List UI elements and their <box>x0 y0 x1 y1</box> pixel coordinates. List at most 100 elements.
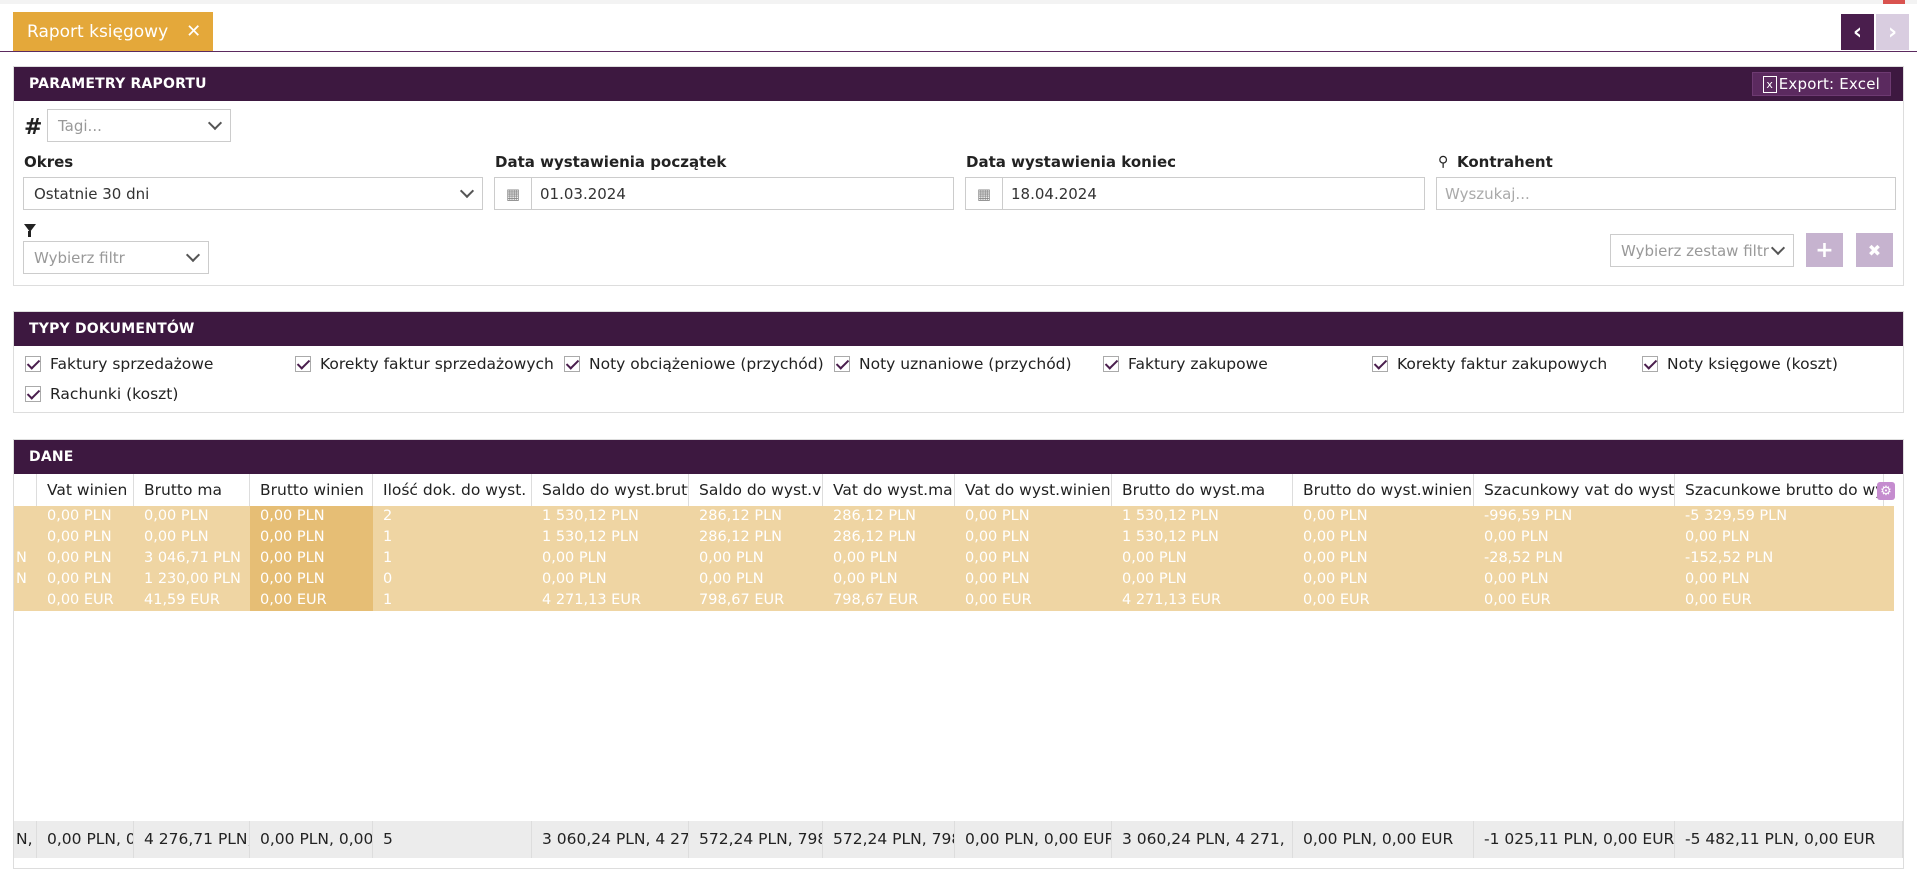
column-header[interactable]: Brutto winien <box>250 474 373 506</box>
table-cell: 41,59 EUR <box>144 592 220 608</box>
table-cell: 0,00 EUR <box>1303 592 1370 608</box>
table-row[interactable]: N 0,00 PLN 1 230,00 PLN 0,00 PLN 0 0,00 PLN 0,… <box>14 569 1894 590</box>
table-cell: 798,67 EUR <box>833 592 919 608</box>
okres-value: Ostatnie 30 dni <box>34 184 150 203</box>
table-cell: 0,00 PLN <box>699 571 764 587</box>
table-cell: 0,00 PLN <box>833 550 898 566</box>
table-cell: 0,00 PLN <box>965 529 1030 545</box>
table-cell: 798,67 EUR <box>699 592 785 608</box>
check-icon[interactable] <box>25 356 41 372</box>
search-icon: ⚲ <box>1438 154 1449 170</box>
column-header[interactable]: Ilość dok. do wyst. <box>373 474 532 506</box>
checkbox-noty-obciazeniowe[interactable]: Noty obciążeniowe (przychód) <box>564 355 824 373</box>
checkbox-noty-uznaniowe[interactable]: Noty uznaniowe (przychód) <box>834 355 1072 373</box>
table-cell: 0,00 PLN <box>1685 529 1750 545</box>
column-header[interactable]: Szacunkowy vat do wyst. <box>1474 474 1675 506</box>
filterset-select[interactable]: Wybierz zestaw filtr <box>1610 234 1794 267</box>
types-header: TYPY DOKUMENTÓW <box>14 312 1903 346</box>
okres-select[interactable]: Ostatnie 30 dni <box>23 177 483 210</box>
chevron-left-icon[interactable]: ‹ <box>1841 14 1874 50</box>
filter-select[interactable]: Wybierz filtr <box>23 241 209 274</box>
total-cell: 572,24 PLN, 798,6 <box>823 821 955 858</box>
gear-icon[interactable]: ⚙ <box>1877 482 1895 500</box>
column-header[interactable]: Vat do wyst.winien <box>955 474 1112 506</box>
column-header[interactable]: Szacunkowe brutto do wyst. <box>1675 474 1884 506</box>
table-cell: 0,00 PLN <box>1303 550 1368 566</box>
check-icon[interactable] <box>295 356 311 372</box>
table-cell: 0 <box>383 571 393 587</box>
add-filterset-button[interactable]: + <box>1806 233 1843 267</box>
table-row[interactable]: 0,00 EUR 41,59 EUR 0,00 EUR 1 4 271,13 EUR 79… <box>14 590 1894 611</box>
total-cell: 0,00 PLN, 0,00 EUR <box>955 821 1112 858</box>
start-label: Data wystawienia początek <box>495 153 727 171</box>
check-icon[interactable] <box>25 386 41 402</box>
table-cell: 0,00 PLN <box>47 571 112 587</box>
checkbox-korekty-sprzedazowych[interactable]: Korekty faktur sprzedażowych <box>295 355 554 373</box>
table-cell: 0,00 PLN <box>1122 571 1187 587</box>
table-cell: -5 329,59 PLN <box>1685 508 1788 524</box>
check-icon[interactable] <box>1642 356 1658 372</box>
table-cell: 0,00 EUR <box>965 592 1032 608</box>
check-icon[interactable] <box>1372 356 1388 372</box>
table-cell: 286,12 PLN <box>833 529 917 545</box>
table-cell: 1 530,12 PLN <box>1122 508 1219 524</box>
total-cell: 0,00 PLN, 0,00 EUR <box>1293 821 1474 858</box>
column-header[interactable]: Saldo do wyst.brutto <box>532 474 689 506</box>
table-cell: 4 271,13 EUR <box>542 592 642 608</box>
column-header[interactable]: Saldo do wyst.vat <box>689 474 823 506</box>
check-icon[interactable] <box>834 356 850 372</box>
check-icon[interactable] <box>1103 356 1119 372</box>
column-header[interactable]: Brutto do wyst.winien <box>1293 474 1474 506</box>
kontrahent-input[interactable]: Wyszukaj... <box>1436 177 1896 210</box>
table-cell: 286,12 PLN <box>699 529 783 545</box>
check-icon[interactable] <box>564 356 580 372</box>
total-cell: -1 025,11 PLN, 0,00 EUR <box>1474 821 1675 858</box>
table-cell: 0,00 PLN <box>47 529 112 545</box>
table-row[interactable]: N 0,00 PLN 3 046,71 PLN 0,00 PLN 1 0,00 PLN 0,… <box>14 548 1894 569</box>
column-header[interactable]: Vat winien <box>37 474 134 506</box>
checkbox-rachunki[interactable]: Rachunki (koszt) <box>25 385 178 403</box>
table-cell: 0,00 PLN <box>1685 571 1750 587</box>
column-header[interactable] <box>14 474 37 506</box>
calendar-icon[interactable]: ▦ <box>966 178 1003 209</box>
checkbox-faktury-sprzedazowe[interactable]: Faktury sprzedażowe <box>25 355 213 373</box>
column-header[interactable]: Vat do wyst.ma <box>823 474 955 506</box>
remove-filterset-button[interactable]: ✖ <box>1856 233 1893 267</box>
table-cell: 0,00 PLN <box>1484 529 1549 545</box>
data-panel: DANE Vat winien Brutto ma Brutto winien Ilo… <box>13 439 1904 869</box>
export-excel-button[interactable]: x Export: Excel <box>1751 72 1891 96</box>
checkbox-noty-ksiegowe[interactable]: Noty księgowe (koszt) <box>1642 355 1838 373</box>
filterset-placeholder: Wybierz zestaw filtr <box>1621 241 1769 260</box>
tab-raport[interactable]: Raport księgowy ✕ <box>13 12 214 51</box>
checkbox-korekty-zakupowych[interactable]: Korekty faktur zakupowych <box>1372 355 1607 373</box>
close-icon[interactable]: ✕ <box>186 21 201 42</box>
checkbox-label: Noty obciążeniowe (przychód) <box>589 355 824 373</box>
total-cell: 0,00 PLN, 0,00 E <box>250 821 373 858</box>
grid-header: Vat winien Brutto ma Brutto winien Ilość do… <box>14 474 1903 506</box>
table-cell: 0,00 EUR <box>250 590 373 611</box>
total-cell: 3 060,24 PLN, 4 271, <box>1112 821 1293 858</box>
tab-bar: Raport księgowy ✕ ‹ › <box>0 12 1917 52</box>
column-header[interactable]: Brutto ma <box>134 474 250 506</box>
excel-icon: x <box>1762 75 1777 93</box>
column-header[interactable]: Brutto do wyst.ma <box>1112 474 1293 506</box>
table-cell: 0,00 PLN <box>1303 571 1368 587</box>
table-cell: 2 <box>383 508 393 524</box>
checkbox-faktury-zakupowe[interactable]: Faktury zakupowe <box>1103 355 1268 373</box>
table-cell: 0,00 PLN <box>1303 508 1368 524</box>
checkbox-label: Rachunki (koszt) <box>50 385 179 403</box>
checkbox-label: Korekty faktur sprzedażowych <box>320 355 554 373</box>
start-date-field[interactable]: ▦ 01.03.2024 <box>494 177 954 210</box>
tags-select[interactable]: Tagi... <box>47 109 231 142</box>
table-cell: 0,00 PLN <box>1122 550 1187 566</box>
table-row[interactable]: 0,00 PLN 0,00 PLN 0,00 PLN 2 1 530,12 PLN 286… <box>14 506 1894 527</box>
calendar-icon[interactable]: ▦ <box>495 178 532 209</box>
filter-placeholder: Wybierz filtr <box>34 248 125 267</box>
params-title: PARAMETRY RAPORTU <box>29 76 207 92</box>
table-cell: 0,00 PLN <box>542 571 607 587</box>
table-cell: 0,00 EUR <box>1484 592 1551 608</box>
chevron-down-icon <box>1770 240 1786 256</box>
end-date-field[interactable]: ▦ 18.04.2024 <box>965 177 1425 210</box>
chevron-right-icon[interactable]: › <box>1876 14 1909 50</box>
table-row[interactable]: 0,00 PLN 0,00 PLN 0,00 PLN 1 1 530,12 PLN 286… <box>14 527 1894 548</box>
